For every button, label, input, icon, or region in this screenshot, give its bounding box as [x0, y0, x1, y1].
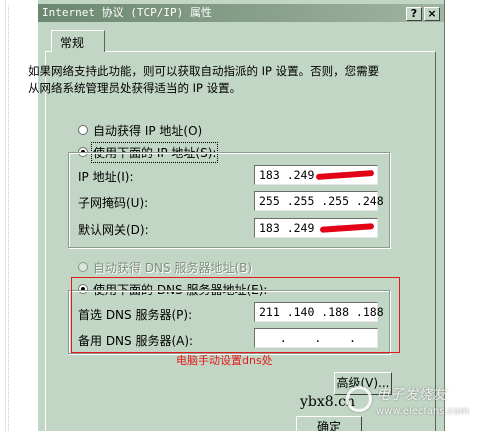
window-title: Internet 协议 (TCP/IP) 属性 — [42, 6, 212, 19]
auto-ip-label[interactable]: 自动获得 IP 地址(O) — [93, 122, 202, 139]
annotation-note: 电脑手动设置dns处 — [176, 354, 273, 367]
dns-highlight-box — [71, 277, 400, 353]
ip-address-label: IP 地址(I): — [78, 170, 134, 184]
auto-dns-radio[interactable] — [78, 262, 88, 272]
description-text: 如果网络支持此功能，则可以获取自动指派的 IP 设置。否则，您需要从网络系统管理… — [28, 64, 380, 95]
background-edge — [0, 0, 14, 431]
auto-dns-label[interactable]: 自动获得 DNS 服务器地址(B) — [93, 259, 252, 276]
elecfans-watermark: 电子发烧友 www.elecfans.com — [346, 384, 476, 428]
dotted-frame — [8, 6, 10, 431]
elecfans-logo-icon — [346, 386, 372, 412]
tab-general[interactable]: 常规 — [51, 30, 105, 52]
watermark-url: www.elecfans.com — [376, 406, 470, 417]
close-button[interactable]: × — [424, 7, 440, 21]
watermark-name: 电子发烧友 — [376, 387, 446, 403]
subnet-mask-field[interactable]: 255 .255 .255 .248 — [254, 191, 384, 211]
title-bar[interactable]: Internet 协议 (TCP/IP) 属性 — [38, 4, 444, 22]
default-gateway-label: 默认网关(D): — [78, 223, 149, 237]
subnet-mask-label: 子网掩码(U): — [78, 196, 149, 210]
help-button[interactable]: ? — [406, 7, 422, 21]
auto-ip-radio[interactable] — [78, 125, 88, 135]
